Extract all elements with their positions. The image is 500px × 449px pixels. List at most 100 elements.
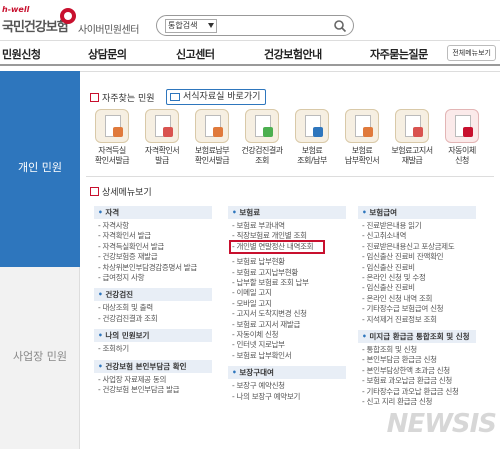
menu-item[interactable]: 보험료 고지납부현황: [228, 268, 346, 278]
quick-item-auto-transfer[interactable]: 자동이체 신청: [438, 109, 486, 166]
site-logo[interactable]: h-well 국민건강보험 사이버민원센터: [2, 5, 152, 37]
highlight-box: [229, 240, 325, 254]
menu-item[interactable]: 사업장 자료제공 동의: [94, 375, 212, 385]
menu-item[interactable]: 자격확인서 발급: [94, 231, 212, 241]
menu-item[interactable]: 보험료 납부확인서: [228, 351, 346, 361]
nav-item-insurance-guide[interactable]: 건강보험안내: [264, 46, 322, 62]
category-benefits: 보험급여: [358, 206, 476, 219]
menu-item[interactable]: 온라인 신청 및 수정: [358, 273, 476, 283]
detail-section-title: 상세메뉴보기: [90, 185, 152, 198]
watermark: NEWSIS: [386, 409, 497, 439]
quick-label-line2: 재발급: [401, 156, 423, 165]
menu-item[interactable]: 차상위본인부담경감증명서 발급: [94, 263, 212, 273]
bookmark-icon: [90, 93, 99, 102]
nav-item-faq[interactable]: 자주묻는질문: [370, 46, 428, 62]
menu-item[interactable]: 나의 보장구 예약보기: [228, 392, 346, 402]
menu-item[interactable]: 보험료 부과내역: [228, 221, 346, 231]
menu-item[interactable]: 기타장수급 과오납 환급금 신청: [358, 387, 476, 397]
form-library-button[interactable]: 서식자료실 바로가기: [166, 89, 266, 105]
search-scope-select[interactable]: 통합검색: [165, 19, 217, 33]
menu-item[interactable]: 진료받은내용신고 포상금제도: [358, 242, 476, 252]
search-bar: 통합검색: [156, 15, 354, 36]
quick-label-line1: 건강검진결과: [241, 146, 283, 155]
nav-item-consultation[interactable]: 상담문의: [88, 46, 127, 62]
category-my-requests: 나의 민원보기: [94, 329, 212, 343]
menu-item[interactable]: 통합조회 및 신청: [358, 345, 476, 355]
quick-item-checkup-result[interactable]: 건강검진결과 조회: [238, 109, 286, 166]
menu-item[interactable]: 임신출산 진료비: [358, 263, 476, 273]
side-tab-business[interactable]: 사업장 민원: [0, 267, 80, 449]
detail-column-qualification: 자격 자격사항 자격확인서 발급 자격득실확인서 발급 건강보험증 재발급 차상…: [94, 206, 212, 395]
menu-item[interactable]: 자동이체 신청: [228, 330, 346, 340]
quick-item-qualification-confirm[interactable]: 자격확인서 발급: [138, 109, 186, 166]
quick-label-line1: 보험료고지서: [391, 146, 433, 155]
quick-item-premium-payment[interactable]: 보험료 조회/납부: [288, 109, 336, 166]
menu-item[interactable]: 임신출산 진료비: [358, 283, 476, 293]
quick-item-premium-receipt[interactable]: 보험료 납부확인서: [338, 109, 386, 166]
quick-label-line2: 납부확인서: [344, 156, 380, 165]
menu-item[interactable]: 보험료 납부현황: [228, 257, 346, 267]
receipt-icon: [345, 109, 379, 143]
category-premium: 보험료: [228, 206, 346, 219]
menu-item[interactable]: 본인부담상한액 초과금 신청: [358, 366, 476, 376]
menu-item[interactable]: 지석제거 진료정보 조회: [358, 315, 476, 325]
menu-item[interactable]: 임신출산 진료비 잔액확인: [358, 252, 476, 262]
quick-label-line2: 조회: [255, 156, 269, 165]
category-copayment: 건강보험 본인부담금 확인: [94, 359, 212, 373]
quick-item-payment-certificate[interactable]: 보험료납부 확인서발급: [188, 109, 236, 166]
menu-item[interactable]: 보험료 고지서 재발급: [228, 320, 346, 330]
menu-item[interactable]: 보장구 예약신청: [228, 381, 346, 391]
premium-bill-icon: [295, 109, 329, 143]
side-tabs: 개인 민원 사업장 민원: [0, 71, 80, 449]
menu-item[interactable]: 진료받은내용 읽기: [358, 221, 476, 231]
nav-item-application[interactable]: 민원신청: [2, 46, 41, 62]
logo-mark-icon: [60, 8, 76, 24]
quick-item-bill-reissue[interactable]: 보험료고지서 재발급: [388, 109, 436, 166]
logo-center-name: 사이버민원센터: [78, 25, 139, 36]
search-scope-value: 통합검색: [168, 21, 198, 30]
chevron-down-icon: [208, 23, 214, 28]
nav-item-report-center[interactable]: 신고센터: [176, 46, 215, 62]
menu-item[interactable]: 납부할 보험료 조회 납부: [228, 278, 346, 288]
bill-reissue-icon: [395, 109, 429, 143]
detail-column-benefits: 보험급여 진료받은내용 읽기 신고취소내역 진료받은내용신고 포상금제도 임신출…: [358, 206, 476, 408]
menu-item[interactable]: 기타장수급 보험급여 신청: [358, 304, 476, 314]
category-checkup: 건강검진: [94, 288, 212, 302]
menu-item[interactable]: 건강보험 본인부담금 발급: [94, 385, 212, 395]
menu-item[interactable]: 고지서 도착지변경 신청: [228, 309, 346, 319]
menu-item[interactable]: 자격사항: [94, 221, 212, 231]
search-icon[interactable]: [333, 19, 347, 33]
quick-label-line1: 자격확인서: [144, 146, 180, 155]
side-tab-personal[interactable]: 개인 민원: [0, 71, 80, 267]
section-divider: [86, 176, 494, 177]
menu-item[interactable]: 인터넷 지로납부: [228, 340, 346, 350]
side-tab-personal-label: 개인 민원: [18, 161, 62, 174]
side-tab-business-label: 사업장 민원: [12, 350, 68, 363]
logo-hwell: h-well: [2, 5, 30, 14]
quick-label-line1: 보험료: [351, 146, 373, 155]
menu-item[interactable]: 모바일 고지: [228, 299, 346, 309]
quick-item-qualification-certificate[interactable]: 자격득실 확인서발급: [88, 109, 136, 166]
category-qualification: 자격: [94, 206, 212, 219]
quick-label-line1: 보험료: [301, 146, 323, 155]
menu-item[interactable]: 건강보험증 재발급: [94, 252, 212, 262]
logo-name: 국민건강보험: [2, 20, 69, 35]
menu-item[interactable]: 대상조회 및 출력: [94, 303, 212, 313]
form-library-label: 서식자료실 바로가기: [183, 92, 261, 102]
category-assistive-device: 보장구대여: [228, 366, 346, 380]
menu-item[interactable]: 신고취소내역: [358, 231, 476, 241]
menu-item[interactable]: 온라인 신청 내역 조회: [358, 294, 476, 304]
menu-item[interactable]: 신고 지리 환급금 신청: [358, 397, 476, 407]
document-icon: [145, 109, 179, 143]
all-menu-button[interactable]: 전체메뉴보기: [447, 45, 496, 61]
menu-item[interactable]: 건강검진결과 조회: [94, 314, 212, 324]
menu-item[interactable]: 이메일 고지: [228, 288, 346, 298]
detail-section-title-text: 상세메뉴보기: [102, 188, 152, 198]
menu-item[interactable]: 자격득실확인서 발급: [94, 242, 212, 252]
menu-item[interactable]: 본인부담금 환급금 신청: [358, 355, 476, 365]
menu-item[interactable]: 급여정지 사항: [94, 273, 212, 283]
header: h-well 국민건강보험 사이버민원센터 통합검색: [0, 0, 500, 40]
search-input[interactable]: [221, 19, 329, 33]
menu-item[interactable]: 보험료 과오납금 환급금 신청: [358, 376, 476, 386]
menu-item[interactable]: 조회하기: [94, 344, 212, 354]
